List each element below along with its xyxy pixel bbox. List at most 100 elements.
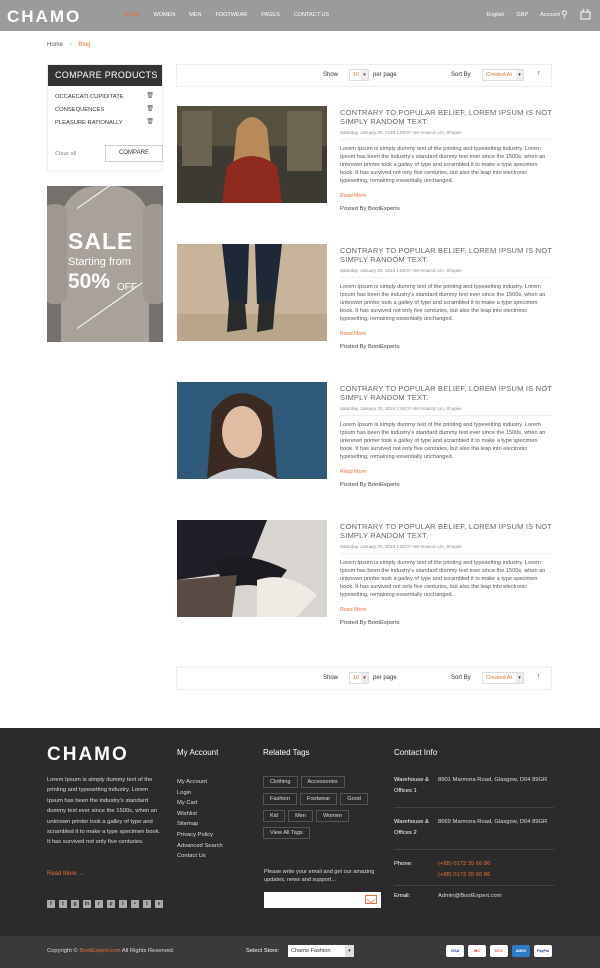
nav-women[interactable]: WOMEN [147,12,183,18]
sort-label: Sort By [451,72,471,78]
contact-value: 8901 Marmora Road, Glasgow, D04 89GR [438,777,548,783]
read-more-link[interactable]: Read More [340,193,552,199]
tag-link[interactable]: Accessories [300,776,345,788]
trash-icon[interactable]: 🗑 [146,104,154,114]
contact-phone-2[interactable]: (+88) 0173 35 66 86 [438,870,553,881]
pinterest-icon[interactable]: p [107,900,115,908]
post-title[interactable]: CONTRARY TO POPULAR BELIEF, LOREM IPSUM … [340,108,552,126]
trash-icon[interactable]: 🗑 [146,117,154,127]
flickr-icon[interactable]: • [131,900,139,908]
vimeo-icon[interactable]: v [155,900,163,908]
footer-link[interactable]: My Cart [177,798,223,809]
breadcrumb-home[interactable]: Home [47,42,63,48]
sort-direction-icon[interactable]: ↑ [537,673,541,680]
post-image[interactable] [177,106,327,203]
read-more-link[interactable]: Read More [340,469,552,475]
store-label: Select Store: [246,948,280,954]
contact-email-value[interactable]: Admin@BootExpert.com [438,891,553,902]
footer-logo[interactable]: CHAMO [47,744,129,766]
sort-direction-icon[interactable]: ↑ [537,70,541,77]
divider [394,885,554,886]
footer-link[interactable]: Privacy Policy [177,830,223,841]
site-logo[interactable]: CHAMO [7,7,81,27]
footer-link[interactable]: My Account [177,777,223,788]
paypal-icon: PayPal [534,945,552,957]
per-page-select[interactable]: 10 ▾ [349,672,369,684]
breadcrumb-current: Blog [78,42,91,48]
currency-select[interactable]: GBP [517,12,529,18]
per-page-select[interactable]: 10 ▾ [349,69,369,81]
account-menu[interactable]: Account [540,12,560,18]
nav-home[interactable]: HOME [116,12,147,18]
footer-link[interactable]: Login [177,788,223,799]
clear-all-link[interactable]: Clear all [55,151,76,157]
compare-item-name[interactable]: OCCAECATI CUPIDITATE [55,94,124,100]
post-excerpt: Lorem Ipsum is simply dummy text of the … [340,422,546,460]
tumblr-icon[interactable]: t [143,900,151,908]
post-image[interactable] [177,244,327,341]
sale-banner[interactable]: SALE Starting from 50% OFF [47,186,163,342]
compare-button[interactable]: COMPARE [105,145,163,162]
tag-cloud: Clothing Accessories Fashion Footwear Good … [263,776,383,844]
divider [340,553,552,554]
linkedin-icon[interactable]: in [83,900,91,908]
post-meta: Saturday, January 20, 2018 1:06:07 AM Am… [340,544,462,549]
footer-link[interactable]: Sitemap [177,819,223,830]
twitter-icon[interactable]: t [59,900,67,908]
post-image[interactable] [177,520,327,617]
compare-item-name[interactable]: PLEASURE RATIONALLY [55,120,123,126]
nav-pages[interactable]: PAGES [254,12,287,18]
sort-select[interactable]: Created At ▾ [482,69,524,81]
tag-link[interactable]: Kid [263,810,286,822]
nav-men[interactable]: MEN [182,12,208,18]
footer-link[interactable]: Advanced Search [177,841,223,852]
tag-link[interactable]: Clothing [263,776,298,788]
envelope-icon[interactable] [365,895,377,904]
discover-icon: DISC [490,945,508,957]
view-all-tags[interactable]: View All Tags [263,827,310,839]
trash-icon[interactable]: 🗑 [146,91,154,101]
post-title[interactable]: CONTRARY TO POPULAR BELIEF, LOREM IPSUM … [340,246,552,264]
copyright-brand-link[interactable]: BootExpert.com [79,948,120,954]
instagram-icon[interactable]: i [119,900,127,908]
nav-contact[interactable]: CONTACT US [287,12,336,18]
contact-label: Warehouse & Offices 2 [394,819,429,836]
mastercard-icon: MC [468,945,486,957]
tag-link[interactable]: Footwear [299,793,338,805]
rss-icon[interactable]: r [95,900,103,908]
newsletter-email-input[interactable] [264,892,381,908]
footer-link[interactable]: Wishlist [177,809,223,820]
read-more-link[interactable]: Read More [340,331,552,337]
sort-select[interactable]: Created At ▾ [482,672,524,684]
compare-item: OCCAECATI CUPIDITATE 🗑 [55,92,155,105]
tag-link[interactable]: Women [315,810,350,822]
nav-footwear[interactable]: FOOTWEAR [208,12,254,18]
read-more-link[interactable]: Read More [340,607,552,613]
contact-phone-1[interactable]: (+88) 0173 35 66 86 [438,859,553,870]
top-toolbar: Show 10 ▾ per page Sort By Created At ▾ ↑ [176,64,552,87]
post-title[interactable]: CONTRARY TO POPULAR BELIEF, LOREM IPSUM … [340,522,552,540]
language-select[interactable]: English [486,12,504,18]
post-image[interactable] [177,382,327,479]
tag-link[interactable]: Good [340,793,368,805]
tag-link[interactable]: Fashion [263,793,297,805]
post-title[interactable]: CONTRARY TO POPULAR BELIEF, LOREM IPSUM … [340,384,552,402]
breadcrumb-separator-icon: › [69,42,72,48]
footer-link[interactable]: Contact Us [177,851,223,862]
facebook-icon[interactable]: f [47,900,55,908]
site-header: CHAMO HOME WOMEN MEN FOOTWEAR PAGES CONT… [0,0,600,31]
compare-products-widget: COMPARE PRODUCTS OCCAECATI CUPIDITATE 🗑 … [47,64,163,172]
show-label: Show [323,72,339,78]
banner-suffix: OFF [117,282,137,293]
cart-icon[interactable] [580,8,591,22]
tag-link[interactable]: Men [288,810,313,822]
post-excerpt: Lorem Ipsum is simply dummy text of the … [340,560,546,598]
footer-contact-title: Contact Info [394,748,438,757]
google-plus-icon[interactable]: g [71,900,79,908]
store-select[interactable]: Chamo Fashion ▾ [288,945,354,957]
search-icon[interactable]: ⚲ [561,9,568,20]
compare-item: PLEASURE RATIONALLY 🗑 [55,118,155,131]
footer-read-more[interactable]: Read More → [47,871,84,877]
sort-label: Sort By [451,675,471,681]
compare-item-name[interactable]: CONSEQUENCES [55,107,104,113]
